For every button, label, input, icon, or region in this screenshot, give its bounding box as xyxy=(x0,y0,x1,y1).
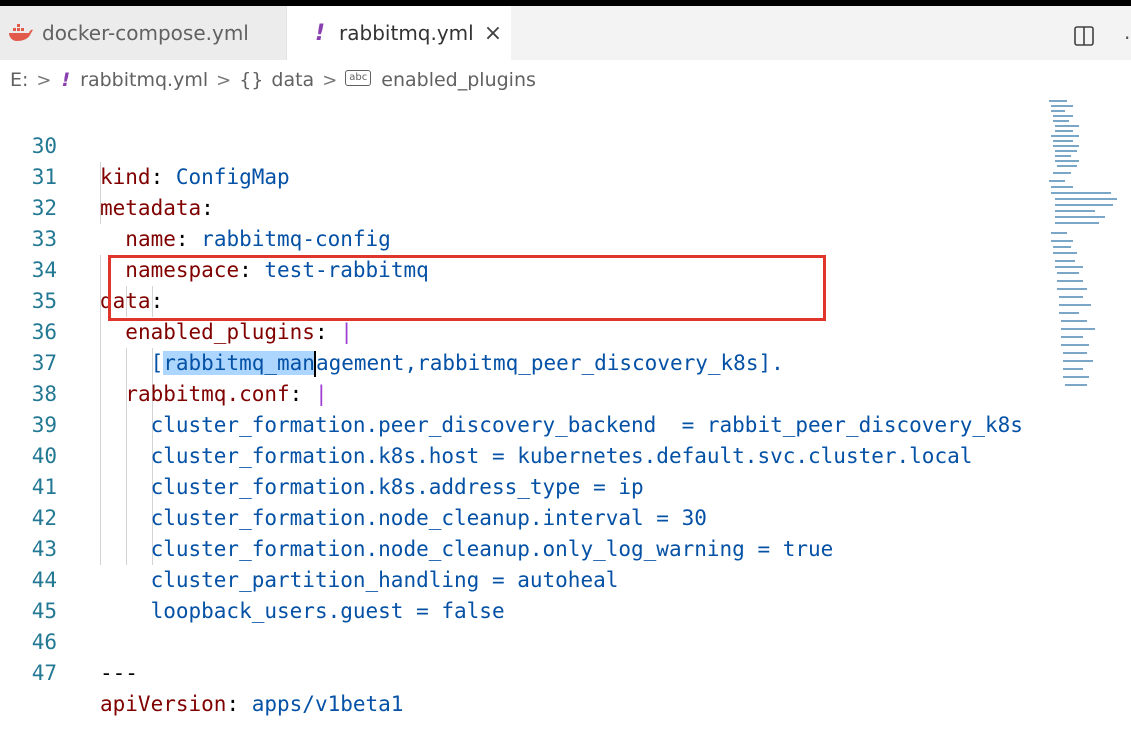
breadcrumb: E: > ! rabbitmq.yml > {} data > abc enab… xyxy=(0,60,1131,100)
code-line: 38 cluster_formation.peer_discovery_back… xyxy=(0,348,1045,437)
yaml-exclamation-icon: ! xyxy=(315,20,326,46)
yaml-exclamation-icon: ! xyxy=(61,69,71,91)
editor-tab-bar: docker-compose.yml ! rabbitmq.yml × · xyxy=(0,6,1131,60)
line-number: 47 xyxy=(31,661,57,685)
code-line: 33 namespace: test-rabbitmq xyxy=(0,193,1045,282)
code-line: 39 cluster_formation.k8s.host = kubernet… xyxy=(0,379,1045,468)
code-line: 45 xyxy=(0,565,1045,623)
more-actions-icon[interactable]: · xyxy=(1124,26,1130,50)
chevron-right-icon: > xyxy=(36,69,52,91)
breadcrumb-enabled-plugins[interactable]: enabled_plugins xyxy=(381,69,536,91)
tab-docker-compose[interactable]: docker-compose.yml xyxy=(0,6,287,60)
tab-label: docker-compose.yml xyxy=(42,21,249,45)
chevron-right-icon: > xyxy=(322,69,338,91)
code-line: 42 cluster_formation.node_cleanup.only_l… xyxy=(0,472,1045,561)
docker-whale-icon xyxy=(9,24,33,41)
breadcrumb-drive[interactable]: E: xyxy=(10,69,28,91)
code-line: 34 data: xyxy=(0,224,1045,313)
string-abc-icon: abc xyxy=(345,70,372,86)
code-editor[interactable]: 30 kind: ConfigMap 31 metadata: 32 name:… xyxy=(0,100,1131,716)
chevron-right-icon: > xyxy=(216,69,232,91)
split-editor-icon[interactable] xyxy=(1072,24,1096,48)
code-line: 32 name: rabbitmq-config xyxy=(0,162,1045,251)
tab-label: rabbitmq.yml xyxy=(339,21,474,45)
code-line: 46 --- xyxy=(0,596,1045,685)
code-line: 44 loopback_users.guest = false xyxy=(0,534,1045,623)
code-line: 47 apiVersion: apps/v1beta1 xyxy=(0,627,1045,716)
minimap[interactable] xyxy=(1045,100,1131,400)
tab-rabbitmq[interactable]: ! rabbitmq.yml × xyxy=(287,6,511,60)
yaml-key: apiVersion xyxy=(100,692,227,716)
code-line: 30 kind: ConfigMap xyxy=(0,100,1045,189)
breadcrumb-file[interactable]: rabbitmq.yml xyxy=(80,69,208,91)
code-line: 31 metadata: xyxy=(0,131,1045,220)
breadcrumb-data[interactable]: data xyxy=(271,69,314,91)
code-line: 43 cluster_partition_handling = autoheal xyxy=(0,503,1045,592)
code-line: 37 rabbitmq.conf: | xyxy=(0,317,1045,406)
object-braces-icon: {} xyxy=(239,69,264,91)
yaml-value: apps/v1beta1 xyxy=(251,692,404,716)
red-annotation-box xyxy=(108,255,826,321)
code-line: 41 cluster_formation.node_cleanup.interv… xyxy=(0,441,1045,530)
code-line: 40 cluster_formation.k8s.address_type = … xyxy=(0,410,1045,499)
close-icon[interactable]: × xyxy=(484,21,502,46)
